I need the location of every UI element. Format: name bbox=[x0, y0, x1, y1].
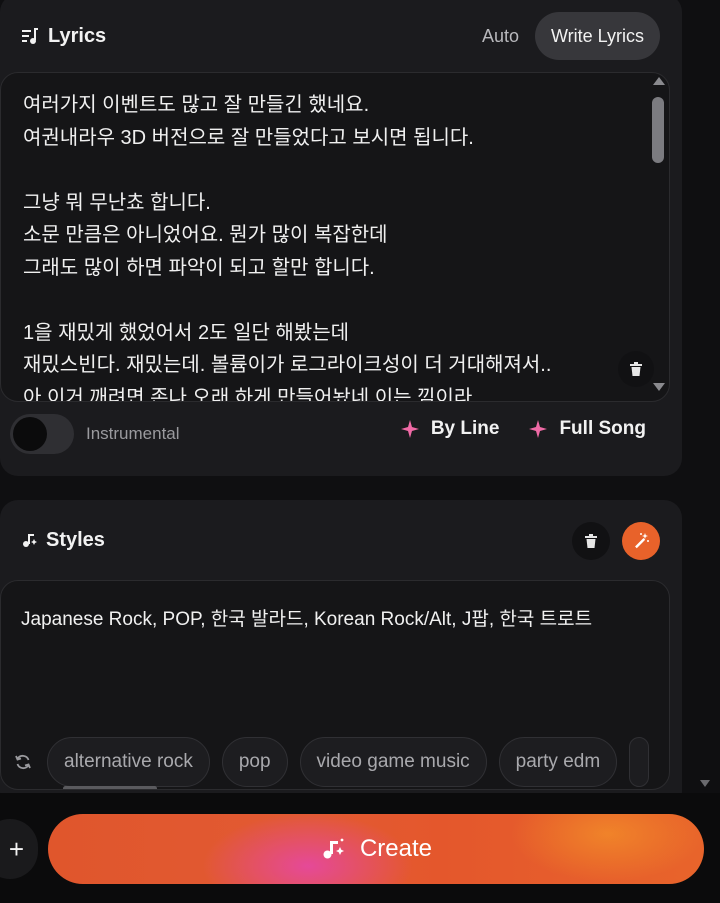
instrumental-row: Instrumental bbox=[10, 414, 180, 454]
create-label: Create bbox=[359, 835, 433, 862]
music-note-sparkle-icon bbox=[20, 531, 38, 549]
by-line-button[interactable]: By Line bbox=[400, 418, 500, 440]
style-chip[interactable]: party edm bbox=[498, 737, 618, 787]
magic-wand-button[interactable] bbox=[622, 522, 660, 560]
chips-horizontal-scrollbar[interactable] bbox=[63, 786, 157, 789]
styles-panel: Styles Japanese Rock, POP, 한국 발라드, Korea… bbox=[0, 500, 682, 810]
lyrics-textarea[interactable]: 여러가지 이벤트도 많고 잘 만들긴 했네요. 여권내라우 3D 버전으로 잘 … bbox=[0, 72, 670, 402]
plus-icon: + bbox=[8, 833, 24, 864]
page: Lyrics Auto Write Lyrics 여러가지 이벤트도 많고 잘 … bbox=[0, 0, 720, 903]
lyrics-panel: Lyrics Auto Write Lyrics 여러가지 이벤트도 많고 잘 … bbox=[0, 0, 682, 476]
style-chip[interactable]: alternative rock bbox=[47, 737, 210, 787]
style-suggestions: alternative rock pop video game music pa… bbox=[11, 737, 650, 787]
music-note-sparkle-icon bbox=[320, 836, 346, 862]
trash-icon bbox=[583, 533, 599, 549]
by-line-label: By Line bbox=[430, 418, 500, 439]
magic-wand-icon bbox=[632, 532, 650, 550]
lyrics-mode-tabs: Auto Write Lyrics bbox=[482, 12, 660, 60]
scroll-thumb[interactable] bbox=[652, 97, 664, 163]
style-chip[interactable]: video game music bbox=[299, 737, 487, 787]
styles-text[interactable]: Japanese Rock, POP, 한국 발라드, Korean Rock/… bbox=[21, 605, 646, 634]
instrumental-toggle[interactable] bbox=[10, 414, 74, 454]
lyrics-generate-buttons: By Line Full Song bbox=[400, 418, 646, 440]
lyrics-title: Lyrics bbox=[48, 24, 107, 47]
delete-lyrics-button[interactable] bbox=[618, 351, 654, 387]
clear-styles-button[interactable] bbox=[572, 522, 610, 560]
sparkle-icon bbox=[529, 420, 548, 438]
instrumental-label: Instrumental bbox=[86, 424, 180, 443]
full-song-label: Full Song bbox=[559, 418, 646, 439]
create-button[interactable]: Create bbox=[48, 814, 704, 884]
scroll-up-arrow-icon[interactable] bbox=[653, 77, 665, 85]
styles-title: Styles bbox=[46, 528, 105, 551]
lyrics-scrollbar[interactable] bbox=[649, 77, 667, 397]
lyrics-music-list-icon bbox=[20, 26, 40, 46]
page-scroll-down-arrow-icon[interactable] bbox=[700, 780, 710, 787]
styles-header: Styles bbox=[20, 500, 105, 580]
full-song-button[interactable]: Full Song bbox=[529, 418, 646, 440]
scroll-down-arrow-icon[interactable] bbox=[653, 383, 665, 391]
sparkle-icon bbox=[400, 420, 419, 438]
toggle-knob bbox=[13, 417, 47, 451]
lyrics-header: Lyrics bbox=[20, 0, 106, 78]
style-chip[interactable]: pop bbox=[221, 737, 288, 787]
styles-actions bbox=[572, 522, 660, 560]
trash-icon bbox=[628, 361, 644, 377]
style-chip-partial[interactable] bbox=[629, 737, 650, 787]
tab-auto[interactable]: Auto bbox=[482, 26, 519, 47]
lyrics-text[interactable]: 여러가지 이벤트도 많고 잘 만들긴 했네요. 여권내라우 3D 버전으로 잘 … bbox=[23, 89, 633, 401]
refresh-icon[interactable] bbox=[11, 753, 35, 771]
styles-input[interactable]: Japanese Rock, POP, 한국 발라드, Korean Rock/… bbox=[0, 580, 670, 790]
tab-write-lyrics[interactable]: Write Lyrics bbox=[534, 12, 660, 60]
